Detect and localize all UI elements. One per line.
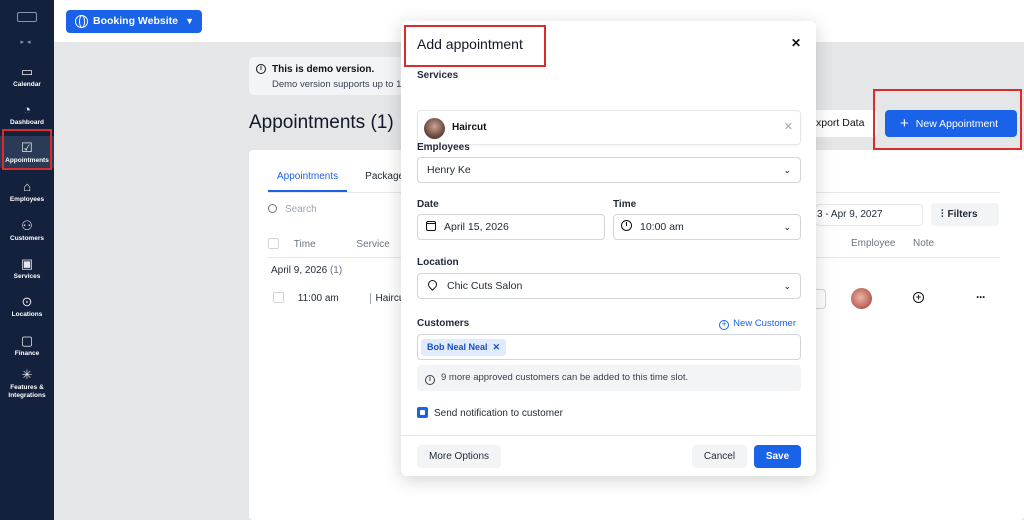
sidebar: ▸◂ ▭ Calendar ◔ Dashboard ☑ Appointments…	[0, 0, 54, 520]
customer-chip: Bob Neal Neal ✕	[421, 339, 507, 356]
booking-website-button[interactable]: Booking Website ▼	[66, 10, 202, 33]
row-checkbox[interactable]	[273, 292, 284, 303]
table-header: Time Service	[268, 238, 390, 250]
highlight-box-modal-title	[404, 25, 546, 67]
globe-icon	[75, 15, 88, 28]
pin-icon: ⊙	[21, 294, 33, 309]
clock-icon	[621, 220, 632, 231]
close-icon[interactable]: ✕	[791, 36, 801, 50]
lightbulb-icon: ✳	[21, 367, 33, 382]
chevron-down-icon: ⌄	[783, 222, 791, 232]
new-customer-link[interactable]: + New Customer	[719, 318, 796, 330]
add-note-icon[interactable]: +	[913, 292, 924, 303]
add-circle-icon: +	[719, 320, 730, 330]
info-icon: i	[425, 375, 435, 385]
search-input[interactable]: Search	[268, 204, 317, 215]
column-employee: Employee	[851, 238, 896, 249]
filters-icon: ⫶	[941, 209, 944, 220]
date-label: Date	[417, 199, 439, 210]
footer-divider	[401, 435, 816, 436]
tab-appointments[interactable]: Appointments	[268, 171, 348, 192]
time-label: Time	[613, 199, 637, 210]
info-icon: i	[256, 64, 266, 74]
more-actions-icon[interactable]: ···	[976, 290, 986, 304]
sidebar-item-features[interactable]: ✳ Features & Integrations	[0, 367, 54, 400]
highlight-box-new-appointment	[873, 89, 1022, 150]
column-note: Note	[913, 238, 935, 249]
more-options-button[interactable]: More Options	[417, 445, 501, 468]
sidebar-item-dashboard[interactable]: ◔ Dashboard	[0, 102, 54, 127]
cancel-button[interactable]: Cancel	[692, 445, 747, 468]
sidebar-item-locations[interactable]: ⊙ Locations	[0, 294, 54, 319]
location-label: Location	[417, 257, 459, 268]
save-button[interactable]: Save	[754, 445, 801, 468]
notify-customer-checkbox[interactable]: Send notification to customer	[417, 407, 563, 419]
services-label: Services	[417, 70, 459, 81]
collapse-sidebar-icon[interactable]: ▸◂	[0, 38, 54, 46]
calendar-icon	[426, 221, 436, 231]
search-icon	[268, 204, 277, 213]
demo-notice: i This is demo version. Demo version sup…	[249, 57, 415, 95]
employees-label: Employees	[417, 142, 470, 153]
employees-icon: ⌂	[23, 179, 31, 194]
logo	[17, 12, 37, 22]
highlight-box-appointments	[2, 129, 52, 170]
date-range-picker[interactable]: 3 - Apr 9, 2027	[815, 204, 923, 226]
service-avatar	[424, 118, 445, 139]
calendar-icon: ▭	[20, 64, 34, 79]
sidebar-item-finance[interactable]: ▢ Finance	[0, 333, 54, 358]
add-appointment-modal: Add appointment ✕ Services Haircut ✕ Emp…	[401, 21, 816, 476]
capacity-info: i9 more approved customers can be added …	[417, 365, 801, 391]
filters-button[interactable]: ⫶ Filters	[931, 203, 999, 226]
finance-icon: ▢	[20, 333, 34, 348]
location-select[interactable]: Chic Cuts Salon ⌄	[417, 273, 801, 299]
date-group: April 9, 2026 (1)	[271, 265, 343, 276]
employee-avatar	[851, 288, 872, 309]
remove-service-icon[interactable]: ✕	[784, 120, 793, 133]
remove-customer-icon[interactable]: ✕	[493, 342, 501, 352]
gauge-icon: ◔	[23, 102, 31, 117]
sidebar-item-calendar[interactable]: ▭ Calendar	[0, 64, 54, 89]
sidebar-item-employees[interactable]: ⌂ Employees	[0, 179, 54, 204]
page-title: Appointments (1)	[249, 112, 394, 133]
chevron-down-icon: ▼	[185, 16, 194, 26]
select-all-checkbox[interactable]	[268, 238, 279, 249]
customers-icon: ⚇	[21, 218, 33, 233]
time-select[interactable]: 10:00 am ⌄	[613, 214, 801, 240]
row-status-cell	[815, 289, 826, 309]
sidebar-item-customers[interactable]: ⚇ Customers	[0, 218, 54, 243]
table-row[interactable]: 11:00 am Haircut	[273, 292, 408, 304]
chevron-down-icon: ⌄	[783, 281, 791, 291]
customers-input[interactable]: Bob Neal Neal ✕	[417, 334, 801, 360]
pin-icon	[426, 278, 439, 291]
chevron-down-icon: ⌄	[783, 165, 791, 175]
sidebar-item-services[interactable]: ▣ Services	[0, 256, 54, 281]
employee-select[interactable]: Henry Ke ⌄	[417, 157, 801, 183]
checkbox-checked-icon	[417, 407, 428, 418]
services-icon: ▣	[20, 256, 34, 271]
date-field[interactable]: April 15, 2026	[417, 214, 605, 240]
customers-label: Customers	[417, 318, 470, 329]
service-selection[interactable]: Haircut ✕	[417, 110, 801, 145]
